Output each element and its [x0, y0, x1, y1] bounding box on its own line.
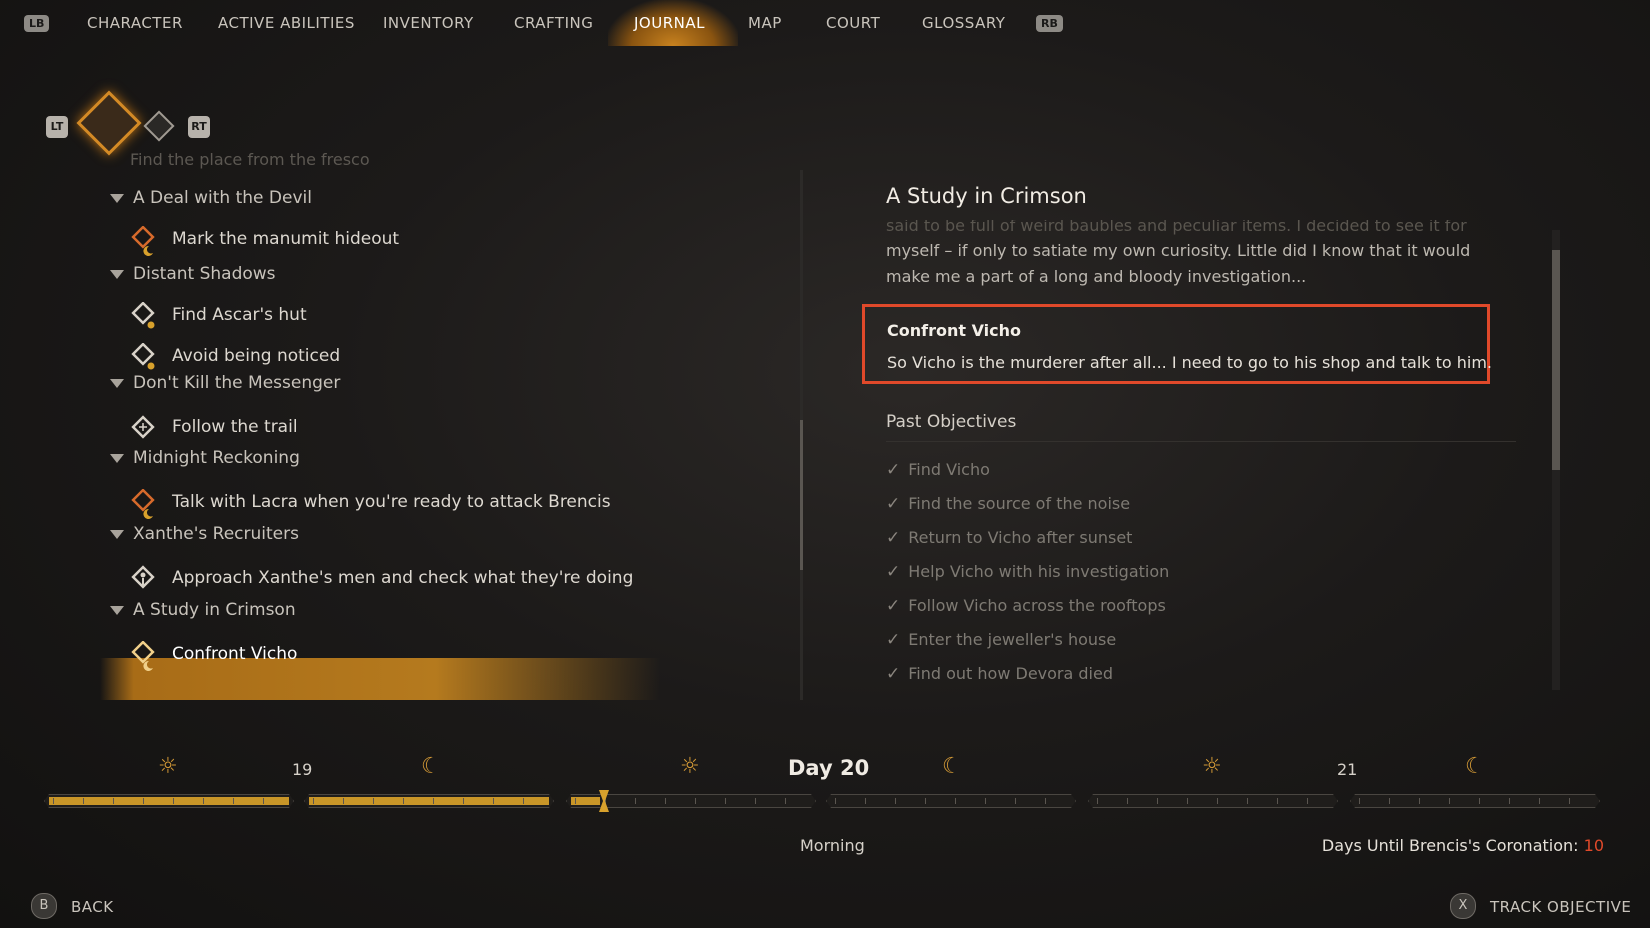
journal-filter-row: LT RT [44, 90, 224, 156]
b-button-icon[interactable]: B [31, 893, 57, 919]
collapse-arrow-icon [110, 193, 124, 203]
time-of-day: Morning [800, 836, 865, 855]
quest-header-dont-kill-the-messenger[interactable]: Don't Kill the Messenger [110, 373, 340, 393]
quest-header-a-study-in-crimson[interactable]: A Study in Crimson [110, 600, 296, 620]
scroll-thumb[interactable] [1552, 250, 1560, 470]
diamond-moon-orange-icon [131, 489, 155, 519]
tab-court[interactable]: COURT [826, 14, 880, 32]
quest-header-midnight-reckoning[interactable]: Midnight Reckoning [110, 448, 300, 468]
tab-map[interactable]: MAP [748, 14, 782, 32]
selected-row-highlight [100, 658, 660, 700]
quest-header-xanthes-recruiters[interactable]: Xanthe's Recruiters [110, 524, 299, 544]
collapse-arrow-icon [110, 605, 124, 615]
past-objective: ✓ Enter the jeweller's house [886, 630, 1117, 650]
current-objective-title: Confront Vicho [887, 321, 1022, 340]
tab-journal[interactable]: JOURNAL [634, 14, 705, 32]
collapse-arrow-icon [110, 269, 124, 279]
rb-button[interactable]: RB [1036, 15, 1063, 32]
coronation-label: Days Until Brencis's Coronation: [1321, 836, 1579, 855]
quest-header-a-deal-with-the-devil[interactable]: A Deal with the Devil [110, 188, 312, 208]
diamond-figure-icon [131, 565, 155, 589]
x-button-icon[interactable]: X [1450, 893, 1476, 919]
day-timeline: ☼ 19 ☾ ☼ Day 20 ☾ ☼ 21 ☾ Morning [44, 750, 1604, 855]
past-objective: ✓ Find the source of the noise [886, 494, 1131, 514]
tab-inventory[interactable]: INVENTORY [383, 14, 474, 32]
quest-type-filter-icon[interactable] [143, 110, 175, 142]
track-objective-label[interactable]: TRACK OBJECTIVE [1490, 898, 1631, 916]
timeline-segment [826, 794, 1076, 808]
past-objective: ✓ Find Vicho [886, 460, 990, 480]
moon-icon: ☾ [942, 754, 962, 779]
quest-title: A Study in Crimson [886, 184, 1087, 208]
tab-glossary[interactable]: GLOSSARY [922, 14, 1005, 32]
scroll-thumb[interactable] [800, 420, 803, 570]
collapse-arrow-icon [110, 378, 124, 388]
current-objective-desc: So Vicho is the murderer after all... I … [887, 353, 1493, 372]
sun-icon: ☼ [680, 754, 700, 779]
top-nav: LB CHARACTER ACTIVE ABILITIES INVENTORY … [0, 0, 1650, 48]
check-icon: ✓ [886, 494, 901, 514]
check-icon: ✓ [886, 562, 901, 582]
tab-character[interactable]: CHARACTER [87, 14, 183, 32]
diamond-sun-icon [131, 302, 155, 329]
timeline-segment [1088, 794, 1338, 808]
back-label[interactable]: BACK [71, 898, 114, 916]
rt-button[interactable]: RT [188, 116, 210, 138]
moon-icon: ☾ [1465, 754, 1485, 779]
diamond-sun-icon [131, 343, 155, 370]
diamond-moon-orange-icon [131, 226, 155, 256]
current-objective-box: Confront Vicho So Vicho is the murderer … [862, 304, 1493, 384]
sun-icon: ☼ [1202, 754, 1222, 779]
diamond-moon-gold-icon [131, 641, 155, 671]
collapse-arrow-icon [110, 529, 124, 539]
past-objectives-label: Past Objectives [886, 412, 1017, 432]
day-prev: 19 [292, 760, 313, 779]
timeline-segment [44, 794, 294, 808]
tab-crafting[interactable]: CRAFTING [514, 14, 593, 32]
past-objective: ✓ Return to Vicho after sunset [886, 528, 1133, 548]
check-icon: ✓ [886, 630, 901, 650]
check-icon: ✓ [886, 460, 901, 480]
check-icon: ✓ [886, 596, 901, 616]
day-current: Day 20 [788, 756, 870, 780]
divider [886, 441, 1516, 442]
quest-list: Find the place from the fresco A Deal wi… [100, 150, 780, 710]
description-text: myself – if only to satiate my own curio… [886, 241, 1471, 286]
coronation-countdown: Days Until Brencis's Coronation: 10 [1322, 836, 1604, 855]
past-objective: ✓ Follow Vicho across the rooftops [886, 596, 1166, 616]
past-objective: ✓ Help Vicho with his investigation [886, 562, 1170, 582]
lb-button[interactable]: LB [24, 15, 50, 32]
collapse-arrow-icon [110, 453, 124, 463]
timeline-segment [304, 794, 554, 808]
check-icon: ✓ [886, 664, 901, 684]
quest-list-scrollbar[interactable] [800, 170, 803, 700]
past-objective: ✓ Find out how Devora died [886, 664, 1113, 684]
lt-button[interactable]: LT [46, 116, 68, 138]
clipped-description-line: said to be full of weird baubles and pec… [886, 220, 1467, 235]
day-next: 21 [1337, 760, 1358, 779]
quest-description: said to be full of weird baubles and pec… [886, 220, 1506, 290]
coronation-days-value: 10 [1583, 836, 1604, 855]
quest-header-distant-shadows[interactable]: Distant Shadows [110, 264, 276, 284]
sun-icon: ☼ [158, 754, 178, 779]
diamond-icon [131, 415, 155, 439]
clipped-objective: Find the place from the fresco [130, 150, 370, 169]
moon-icon: ☾ [421, 754, 441, 779]
all-quests-filter-icon[interactable] [76, 90, 142, 156]
check-icon: ✓ [886, 528, 901, 548]
detail-scrollbar[interactable] [1552, 230, 1560, 690]
tab-active-abilities[interactable]: ACTIVE ABILITIES [218, 14, 355, 32]
timeline-segment [1350, 794, 1600, 808]
